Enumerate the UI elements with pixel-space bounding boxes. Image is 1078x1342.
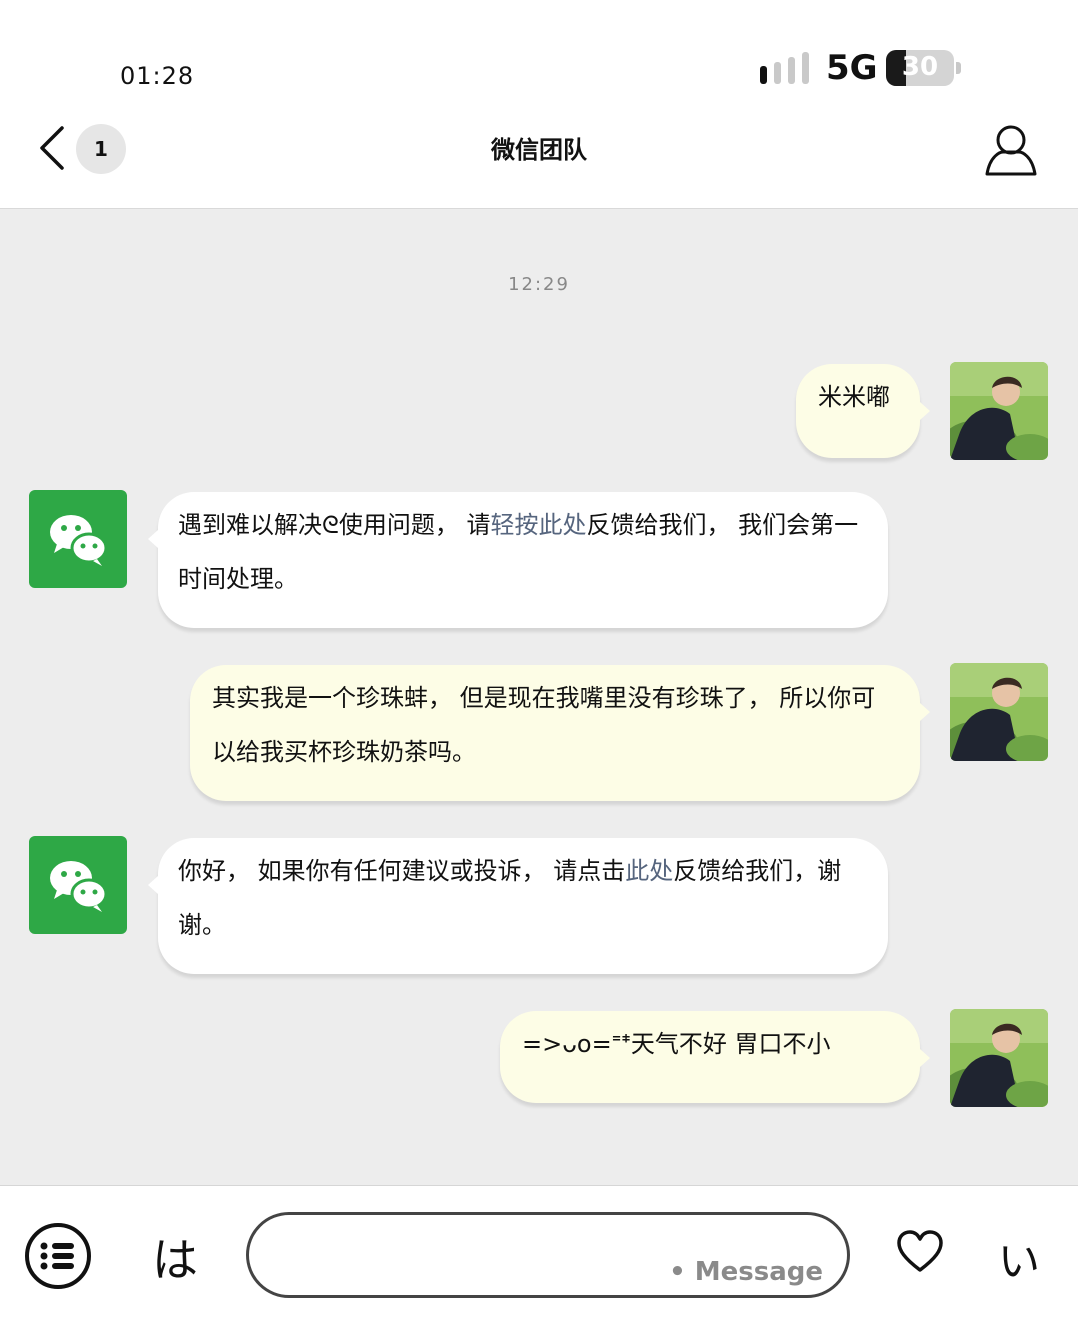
user-photo [950, 663, 1048, 761]
heart-icon[interactable] [896, 1230, 944, 1274]
message-bubble-outgoing[interactable]: 其实我是一个珍珠蚌， 但是现在我嘴里没有珍珠了， 所以你可以给我买杯珍珠奶茶吗。 [190, 665, 930, 801]
message-text: 其实我是一个珍珠蚌， 但是现在我嘴里没有珍珠了， 所以你可以给我买杯珍珠奶茶吗。 [212, 684, 876, 766]
wechat-avatar[interactable] [29, 836, 127, 934]
feedback-link[interactable]: 此处 [625, 857, 673, 885]
user-photo [950, 362, 1048, 460]
message-text: 遇到难以解决ᘓ使用问题， 请 [178, 511, 491, 539]
wechat-logo-icon [50, 861, 108, 912]
status-bar: 01:28 5G 30 [0, 0, 1078, 108]
message-text: 你好， 如果你有任何建议或投诉， 请点击 [178, 857, 626, 885]
keyboard-key-ha[interactable]: は [152, 1224, 198, 1290]
message-input[interactable]: • Message [246, 1212, 850, 1298]
nav-bar: 1 微信团队 [0, 108, 1078, 209]
message-bubble-outgoing[interactable]: =>ᴗo=ᙾᙿ天气不好 胃口不小 [500, 1011, 930, 1103]
message-text: 米米嘟 [818, 383, 890, 411]
wechat-logo-icon [50, 515, 108, 566]
user-photo [950, 1009, 1048, 1107]
message-text: =>ᴗo=ᙾᙿ天气不好 胃口不小 [522, 1030, 831, 1058]
message-bubble-outgoing[interactable]: 米米嘟 [796, 364, 930, 458]
input-bar: は • Message い [0, 1185, 1078, 1342]
user-avatar[interactable] [950, 1009, 1048, 1107]
keyboard-key-i[interactable]: い [998, 1228, 1040, 1289]
profile-icon[interactable] [982, 122, 1040, 180]
chat-title: 微信团队 [491, 136, 587, 164]
status-time: 01:28 [120, 62, 195, 90]
wechat-avatar[interactable] [29, 490, 127, 588]
feedback-link[interactable]: 轻按此处 [491, 511, 587, 539]
signal-icon [760, 52, 809, 84]
user-avatar[interactable] [950, 362, 1048, 460]
chat-timestamp: 12:29 [508, 274, 570, 295]
user-avatar[interactable] [950, 663, 1048, 761]
message-bubble-incoming[interactable]: 你好， 如果你有任何建议或投诉， 请点击此处反馈给我们，谢谢。 [148, 838, 888, 974]
menu-list-icon[interactable] [24, 1222, 92, 1290]
network-type: 5G [826, 48, 878, 88]
battery-tip [956, 62, 961, 74]
message-placeholder: • Message [669, 1257, 823, 1287]
message-bubble-incoming[interactable]: 遇到难以解决ᘓ使用问题， 请轻按此处反馈给我们， 我们会第一时间处理。 [148, 492, 888, 628]
battery-level: 30 [901, 52, 939, 82]
battery-icon: 30 [886, 50, 954, 86]
